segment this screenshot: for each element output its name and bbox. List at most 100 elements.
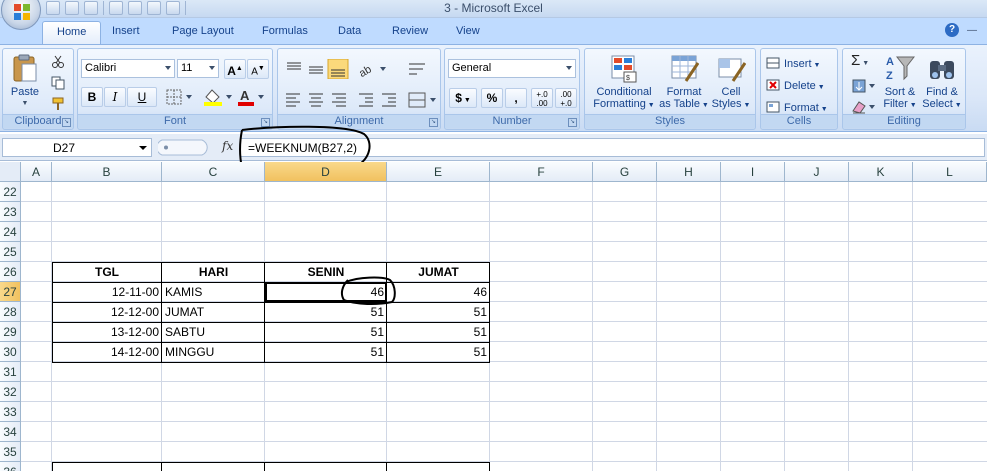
table-header-jumat[interactable]: JUMAT — [387, 262, 490, 282]
decrease-decimal-button[interactable]: .00 +.0 — [555, 88, 577, 108]
font-color-icon[interactable]: A — [236, 87, 268, 107]
column-header-l[interactable]: L — [913, 162, 987, 182]
row-header[interactable]: 28 — [0, 302, 21, 322]
table-cell-hari[interactable]: SABTU — [162, 322, 265, 342]
table-cell-tgl[interactable]: 12-11-00 — [52, 282, 162, 302]
format-painter-icon[interactable] — [51, 97, 65, 111]
table-cell-hari[interactable]: MINGGU — [162, 342, 265, 362]
column-header-k[interactable]: K — [849, 162, 913, 182]
row-header[interactable]: 31 — [0, 362, 21, 382]
table-cell-tgl[interactable]: 12-12-00 — [52, 302, 162, 322]
spreadsheet-grid[interactable]: A B C D E F G H I J K L 22 23 24 25 26 2… — [0, 162, 987, 471]
comma-button[interactable]: , — [505, 88, 527, 108]
horizontal-align-icons[interactable] — [283, 91, 439, 109]
table-cell-jumat[interactable]: 46 — [387, 282, 490, 302]
tab-page-layout[interactable]: Page Layout — [172, 25, 234, 37]
table-cell-senin[interactable]: 51 — [265, 302, 387, 322]
alignment-launcher-icon[interactable]: ↘ — [429, 118, 438, 127]
sort-filter-button[interactable]: A Z Sort & Filter ▼ — [879, 53, 921, 112]
table-cell-senin-selected[interactable]: 46 — [265, 282, 387, 302]
row-header[interactable]: 35 — [0, 442, 21, 462]
conditional-formatting-button[interactable]: $ Conditional Formatting ▼ — [589, 53, 659, 112]
table-cell-jumat[interactable]: 51 — [387, 302, 490, 322]
insert-cells-button[interactable]: Insert ▼ — [766, 56, 820, 73]
number-launcher-icon[interactable]: ↘ — [568, 118, 577, 127]
formula-input[interactable]: =WEEKNUM(B27,2) — [240, 138, 985, 157]
name-box[interactable]: D27 — [2, 138, 152, 157]
paste-button[interactable]: Paste ▼ — [7, 53, 43, 110]
paste-dropdown-icon[interactable]: ▼ — [7, 98, 43, 110]
row-header[interactable]: 22 — [0, 182, 21, 202]
column-header-b[interactable]: B — [52, 162, 162, 182]
column-header-i[interactable]: I — [721, 162, 785, 182]
copy-icon[interactable] — [51, 76, 65, 90]
row-header[interactable]: 24 — [0, 222, 21, 242]
tab-home[interactable]: Home — [42, 21, 102, 45]
column-header-f[interactable]: F — [490, 162, 593, 182]
italic-button[interactable]: I — [104, 87, 126, 107]
column-header-a[interactable]: A — [21, 162, 52, 182]
table-header-senin[interactable]: SENIN — [265, 262, 387, 282]
percent-button[interactable]: % — [481, 88, 503, 108]
fill-color-icon[interactable] — [202, 87, 234, 107]
format-as-table-button[interactable]: Format as Table ▼ — [659, 53, 709, 112]
help-icon[interactable]: ? — [945, 23, 959, 37]
row-header[interactable]: 34 — [0, 422, 21, 442]
table-header-hari[interactable]: HARI — [162, 262, 265, 282]
delete-cells-button[interactable]: Delete ▼ — [766, 78, 825, 95]
tab-data[interactable]: Data — [338, 25, 361, 37]
row-header[interactable]: 33 — [0, 402, 21, 422]
table-cell-hari[interactable]: JUMAT — [162, 302, 265, 322]
tab-review[interactable]: Review — [392, 25, 428, 37]
row-header[interactable]: 27 — [0, 282, 21, 302]
clear-icon[interactable] — [851, 99, 877, 115]
tab-formulas[interactable]: Formulas — [262, 25, 308, 37]
number-format-combo[interactable]: General — [448, 59, 576, 78]
insert-function-icon[interactable]: fx — [222, 139, 233, 153]
table-cell-jumat[interactable]: 51 — [387, 322, 490, 342]
font-launcher-icon[interactable]: ↘ — [261, 118, 270, 127]
cut-icon[interactable] — [51, 55, 65, 69]
font-size-combo[interactable]: 11 — [177, 59, 219, 78]
tab-view[interactable]: View — [456, 25, 480, 37]
row-header[interactable]: 32 — [0, 382, 21, 402]
column-header-d[interactable]: D — [265, 162, 387, 182]
clipboard-launcher-icon[interactable]: ↘ — [62, 118, 71, 127]
column-header-e[interactable]: E — [387, 162, 490, 182]
minimize-ribbon-icon[interactable]: — — [967, 25, 977, 36]
table-cell-senin[interactable]: 51 — [265, 322, 387, 342]
column-header-g[interactable]: G — [593, 162, 657, 182]
bold-button[interactable]: B — [81, 87, 103, 107]
column-header-h[interactable]: H — [657, 162, 721, 182]
grow-font-button[interactable]: A▲ — [224, 59, 246, 79]
vertical-align-icons[interactable] — [283, 59, 349, 79]
increase-decimal-button[interactable]: +.0 .00 — [531, 88, 553, 108]
table-cell-tgl[interactable]: 13-12-00 — [52, 322, 162, 342]
find-select-button[interactable]: Find & Select ▼ — [921, 53, 963, 112]
currency-button[interactable]: $ ▼ — [449, 88, 477, 108]
orientation-icon[interactable]: ab — [356, 59, 388, 79]
row-header[interactable]: 30 — [0, 342, 21, 362]
borders-icon[interactable] — [166, 89, 194, 105]
select-all-corner[interactable] — [0, 162, 21, 182]
row-header[interactable]: 23 — [0, 202, 21, 222]
shrink-font-button[interactable]: A▼ — [247, 59, 269, 79]
table-header-tgl[interactable]: TGL — [52, 262, 162, 282]
underline-button[interactable]: U — [127, 87, 157, 107]
column-header-j[interactable]: J — [785, 162, 849, 182]
formula-bar-splitter-icon[interactable] — [158, 138, 218, 157]
table-cell-jumat[interactable]: 51 — [387, 342, 490, 362]
chevron-down-icon[interactable] — [139, 146, 147, 150]
row-header[interactable]: 25 — [0, 242, 21, 262]
fill-icon[interactable] — [851, 78, 877, 94]
wrap-text-icon[interactable] — [406, 59, 428, 79]
table-cell-senin[interactable]: 51 — [265, 342, 387, 362]
row-header[interactable]: 36 — [0, 462, 21, 471]
tab-insert[interactable]: Insert — [112, 25, 140, 37]
row-header[interactable]: 26 — [0, 262, 21, 282]
table-cell-hari[interactable]: KAMIS — [162, 282, 265, 302]
cell-styles-button[interactable]: Cell Styles ▼ — [709, 53, 753, 112]
table-cell-tgl[interactable]: 14-12-00 — [52, 342, 162, 362]
font-name-combo[interactable]: Calibri — [81, 59, 175, 78]
row-header[interactable]: 29 — [0, 322, 21, 342]
